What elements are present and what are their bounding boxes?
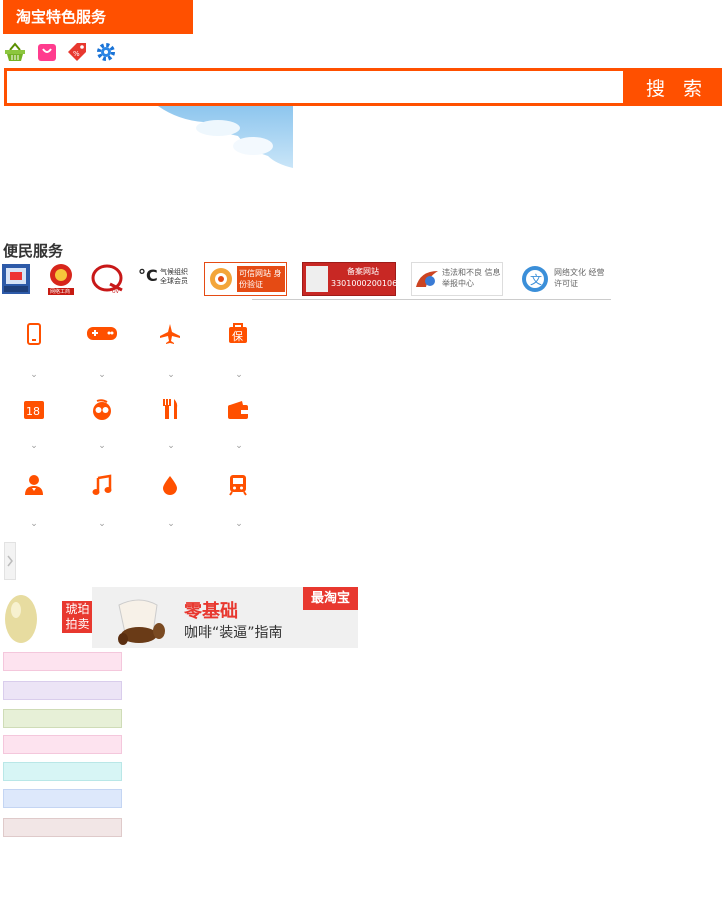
ad-subline: 咖啡“装逼”指南	[184, 625, 283, 641]
section-divider	[252, 299, 611, 300]
record-site-badge[interactable]: 备案网站 33010002001060	[302, 262, 403, 296]
celsius-icon: °C	[138, 266, 158, 285]
music-note-icon[interactable]	[91, 474, 113, 496]
chevron-down-icon[interactable]: ⌄	[233, 519, 245, 529]
chevron-down-icon[interactable]: ⌄	[233, 441, 245, 451]
record-site-text: 备案网站 33010002001060	[331, 267, 403, 288]
culture-license-text: 网络文化 经营许可证	[554, 268, 605, 288]
chevron-down-icon[interactable]: ⌄	[28, 441, 40, 451]
report-center-badge[interactable]: 违法和不良 信息举报中心	[411, 262, 503, 296]
insurance-icon[interactable]: 保	[227, 323, 249, 345]
svg-text:%: %	[73, 50, 80, 58]
record-site-icon	[306, 266, 328, 292]
chevron-down-icon[interactable]: ⌄	[28, 370, 40, 380]
basket-icon[interactable]	[4, 42, 26, 62]
ad-tag: 琥珀 拍卖	[62, 601, 93, 633]
climate-badge-text: 气候组织 全球会员	[160, 268, 188, 285]
gamepad-icon[interactable]	[86, 324, 118, 346]
lottery-icon[interactable]: 18	[23, 399, 45, 421]
dining-icon[interactable]	[159, 398, 181, 420]
category-strip-5[interactable]	[3, 762, 122, 781]
svg-text:UV: UV	[112, 289, 120, 295]
chevron-down-icon[interactable]: ⌄	[165, 370, 177, 380]
trusted-site-badge[interactable]: 可信网站 身份验证	[204, 262, 287, 296]
airplane-icon[interactable]	[159, 323, 181, 345]
report-center-text: 违法和不良 信息举报中心	[442, 268, 501, 288]
chevron-down-icon[interactable]: ⌄	[165, 519, 177, 529]
category-strip-3[interactable]	[3, 709, 122, 728]
chevron-down-icon[interactable]: ⌄	[233, 370, 245, 380]
category-strip-7[interactable]	[3, 818, 122, 837]
svg-text:保: 保	[232, 329, 243, 343]
category-strip-1[interactable]	[3, 652, 122, 671]
svg-text:文: 文	[530, 272, 542, 287]
cnnic-badge[interactable]: UV	[90, 262, 126, 296]
wallet-icon[interactable]	[227, 399, 249, 421]
shopping-bag-icon[interactable]	[37, 42, 59, 62]
business-registration-badge[interactable]: 网络工商	[44, 262, 78, 296]
climate-badge[interactable]: °C 气候组织 全球会员	[138, 262, 192, 296]
culture-license-badge[interactable]: 文 网络文化 经营许可证	[518, 262, 610, 296]
business-badge-text: 网络工商	[50, 289, 71, 295]
chevron-down-icon[interactable]: ⌄	[165, 441, 177, 451]
page-title: 淘宝特色服务	[3, 0, 193, 34]
chevron-down-icon[interactable]: ⌄	[96, 370, 108, 380]
chevron-down-icon[interactable]: ⌄	[28, 519, 40, 529]
glasses-face-icon[interactable]	[91, 399, 113, 421]
person-icon[interactable]	[23, 474, 45, 496]
ad-banner[interactable]: 琥珀 拍卖 最淘宝 零基础 咖啡“装逼”指南	[3, 587, 358, 648]
scroll-handle[interactable]	[4, 542, 16, 580]
water-drop-icon[interactable]	[159, 474, 181, 496]
search-input[interactable]	[7, 71, 623, 103]
services-title: 便民服务	[3, 242, 64, 260]
category-strip-4[interactable]	[3, 735, 122, 754]
discount-tag-icon[interactable]: %	[66, 42, 88, 62]
category-strip-6[interactable]	[3, 789, 122, 808]
ad-headline: 零基础	[184, 601, 238, 622]
ad-logo: 最淘宝	[303, 587, 358, 610]
trusted-site-text: 可信网站 身份验证	[239, 269, 282, 289]
svg-text:18: 18	[26, 405, 40, 418]
police-badge[interactable]	[2, 262, 32, 296]
search-field-wrapper	[4, 68, 626, 106]
category-strip-2[interactable]	[3, 681, 122, 700]
gear-icon[interactable]	[96, 42, 118, 62]
chevron-down-icon[interactable]: ⌄	[96, 441, 108, 451]
sky-cloud-image	[158, 106, 293, 168]
chevron-down-icon[interactable]: ⌄	[96, 519, 108, 529]
train-icon[interactable]	[227, 474, 249, 496]
search-button[interactable]: 搜 索	[626, 68, 722, 106]
phone-icon[interactable]	[23, 323, 45, 345]
